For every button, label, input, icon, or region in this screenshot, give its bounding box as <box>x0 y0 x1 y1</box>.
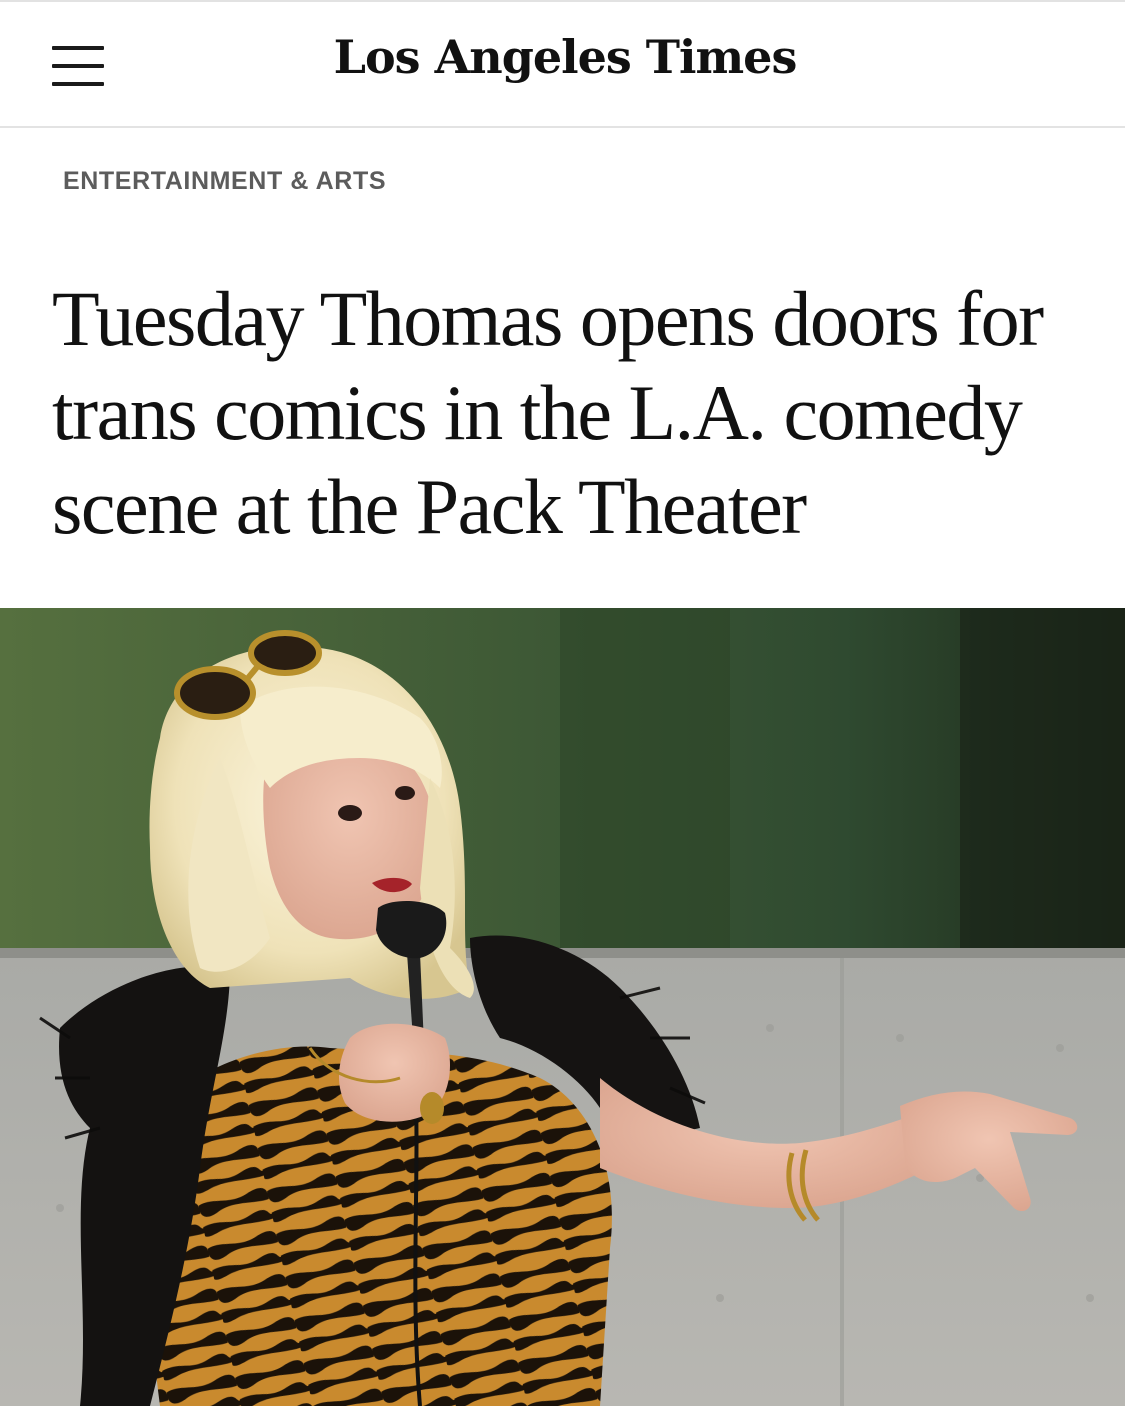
hamburger-menu-icon[interactable] <box>48 40 108 90</box>
menu-bar <box>52 82 104 86</box>
menu-bar <box>52 46 104 50</box>
hero-photo-illustration <box>0 608 1125 1406</box>
hero-photo <box>0 608 1125 1406</box>
site-logo[interactable]: Los Angeles Times <box>300 22 830 92</box>
menu-bar <box>52 64 104 68</box>
section-link[interactable]: ENTERTAINMENT & ARTS <box>63 166 386 196</box>
site-header: Los Angeles Times <box>0 2 1125 128</box>
article-headline: Tuesday Thomas opens doors for trans com… <box>52 275 1044 550</box>
